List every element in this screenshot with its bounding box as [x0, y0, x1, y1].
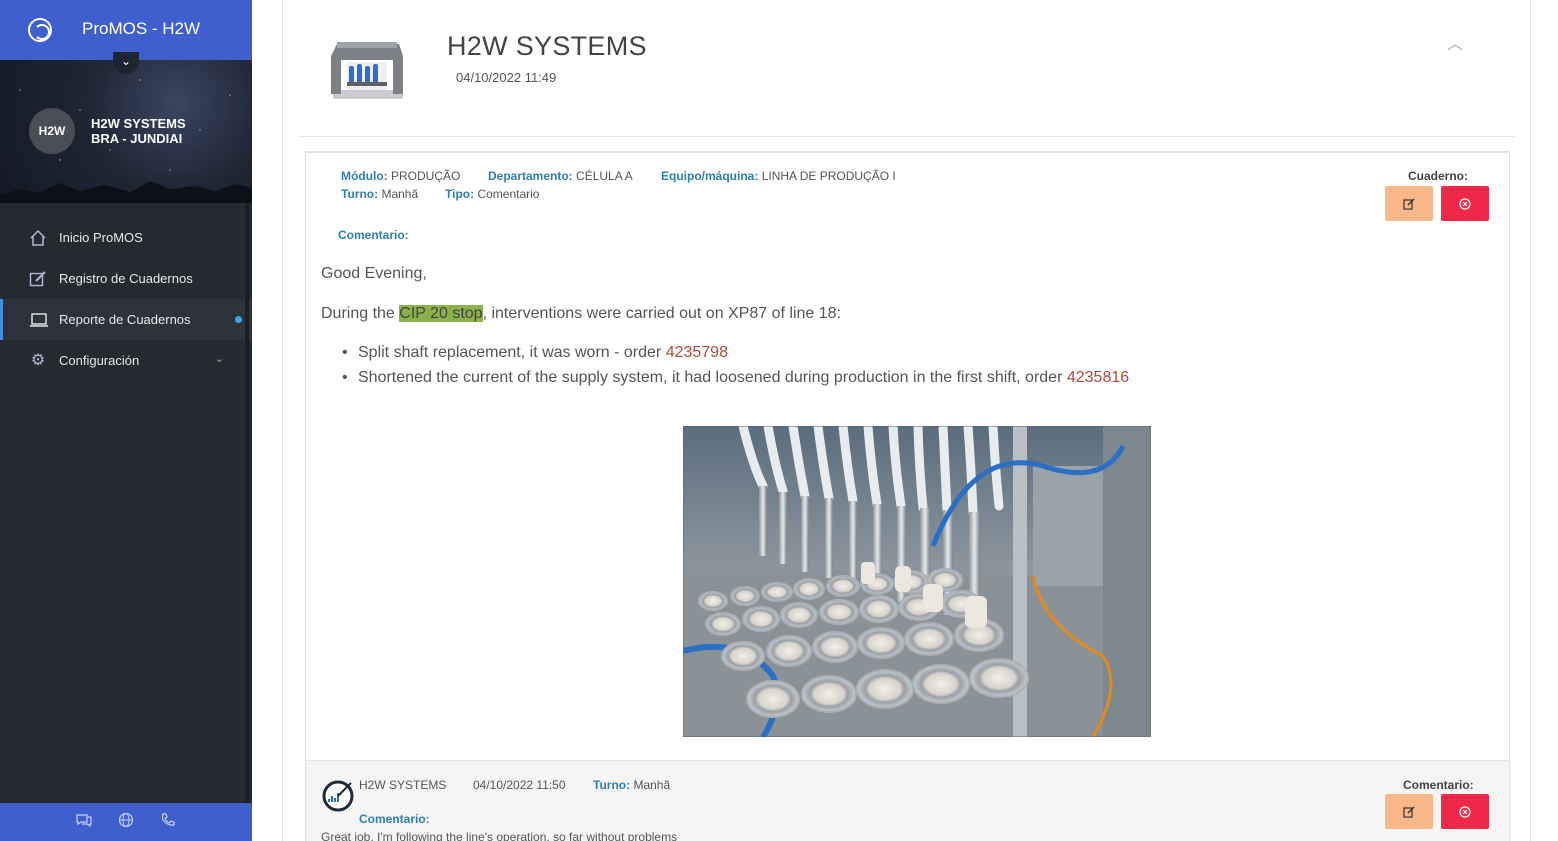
avatar[interactable]: H2W: [29, 108, 75, 154]
field-value: Manhã: [381, 187, 419, 201]
globe-icon[interactable]: [117, 812, 135, 832]
gears-icon: ⚙: [30, 352, 46, 369]
delete-entry-button[interactable]: [1441, 186, 1489, 221]
reply-timestamp: 04/10/2022 11:50: [473, 778, 566, 792]
list-item: Split shaft replacement, it was worn - o…: [342, 343, 1129, 368]
field-label: Departamento:: [488, 169, 573, 183]
sidebar-nav: Inicio ProMOS Registro de Cuadernos Repo…: [0, 217, 252, 381]
list-item-text: Shortened the current of the supply syst…: [358, 369, 1067, 386]
sidebar-item-configuracion[interactable]: ⚙ Configuración ⌄: [0, 340, 252, 381]
reply-section-label: Comentario:: [1403, 778, 1474, 792]
active-indicator-dot: [235, 316, 242, 323]
field-label: Turno:: [593, 778, 631, 792]
header-divider: [299, 136, 1515, 137]
edit-icon: [29, 270, 47, 288]
machine-photo[interactable]: [683, 426, 1151, 737]
close-circle-icon: [1459, 805, 1471, 818]
field-value: Manhã: [633, 778, 671, 792]
entry-card: Módulo: PRODUÇÃO Departamento: CÉLULA A …: [305, 151, 1510, 761]
field-departamento: Departamento: CÉLULA A: [488, 169, 633, 183]
field-label: Tipo:: [445, 187, 475, 201]
field-equipo: Equipo/máquina: LINHA DE PRODUÇÃO I: [661, 169, 896, 183]
company-line-1: H2W SYSTEMS: [91, 116, 186, 131]
field-value: LINHA DE PRODUÇÃO I: [761, 169, 896, 183]
list-item: Shortened the current of the supply syst…: [342, 368, 1129, 393]
app-logo-icon: [28, 18, 52, 42]
field-value: PRODUÇÃO: [391, 169, 461, 183]
sidebar: ProMOS - H2W ⌄ H2W H2W SYSTEMS BRA - JUN…: [0, 0, 252, 841]
entry-title: H2W SYSTEMS: [447, 31, 647, 61]
chevron-down-icon: ⌄: [214, 353, 224, 365]
delete-reply-button[interactable]: [1441, 794, 1489, 829]
app-title: ProMOS - H2W: [82, 19, 201, 38]
sidebar-item-label: Configuración: [59, 353, 140, 368]
paragraph-text: , interventions were carried out on XP87…: [482, 305, 842, 322]
chevron-up-icon[interactable]: ︿: [1447, 30, 1463, 54]
order-number: 4235816: [1066, 369, 1130, 386]
brand-bar[interactable]: ProMOS - H2W: [0, 0, 252, 60]
reply-turno: Turno: Manhã: [593, 778, 670, 792]
production-line-logo-icon: [331, 42, 403, 99]
field-tipo: Tipo: Comentario: [445, 187, 539, 201]
sidebar-scrollbar[interactable]: [245, 203, 249, 803]
mountains-silhouette: [0, 181, 252, 203]
intervention-list: Split shaft replacement, it was worn - o…: [342, 343, 1129, 393]
field-value: CÉLULA A: [576, 169, 633, 183]
field-turno: Turno: Manhã: [341, 187, 418, 201]
sidebar-footer: [0, 803, 252, 841]
sidebar-item-label: Registro de Cuadernos: [59, 271, 193, 286]
reply-comment: H2W SYSTEMS 04/10/2022 11:50 Turno: Manh…: [305, 761, 1510, 841]
app-root: ProMOS - H2W ⌄ H2W H2W SYSTEMS BRA - JUN…: [0, 0, 1558, 841]
gauge-avatar-icon: [322, 780, 354, 812]
sidebar-item-inicio[interactable]: Inicio ProMOS: [0, 217, 252, 258]
edit-icon: [1403, 805, 1415, 818]
sidebar-item-label: Reporte de Cuadernos: [59, 312, 191, 327]
field-value: Comentario: [477, 187, 540, 201]
reply-author: H2W SYSTEMS: [359, 778, 447, 792]
close-circle-icon: [1459, 197, 1471, 210]
comentario-label: Comentario:: [338, 228, 409, 242]
company-line-2: BRA - JUNDIAI: [91, 131, 183, 146]
comment-greeting: Good Evening,: [321, 265, 427, 282]
field-label: Equipo/máquina:: [661, 169, 759, 183]
sidebar-item-reporte[interactable]: Reporte de Cuadernos: [0, 299, 252, 340]
field-modulo: Módulo: PRODUÇÃO: [341, 169, 460, 183]
field-label: Módulo:: [341, 169, 388, 183]
field-label: Turno:: [341, 187, 379, 201]
cuaderno-label: Cuaderno:: [1408, 169, 1468, 183]
laptop-icon: [29, 311, 48, 329]
company-name: H2W SYSTEMS BRA - JUNDIAI: [91, 116, 186, 146]
order-number: 4235798: [665, 344, 728, 361]
phone-icon[interactable]: [159, 812, 177, 832]
main-panel: H2W SYSTEMS 04/10/2022 11:49 ︿ Módulo: P…: [282, 0, 1531, 841]
list-item-text: Split shaft replacement, it was worn - o…: [358, 344, 666, 361]
edit-entry-button[interactable]: [1385, 186, 1433, 221]
reply-text: Great job, I'm following the line's oper…: [321, 830, 678, 841]
sidebar-item-label: Inicio ProMOS: [59, 230, 143, 245]
entry-timestamp: 04/10/2022 11:49: [456, 70, 557, 85]
edit-reply-button[interactable]: [1385, 794, 1433, 829]
paragraph-text: During the: [321, 305, 400, 322]
highlighted-text: CIP 20 stop: [399, 305, 483, 322]
comment-paragraph: During the CIP 20 stop, interventions we…: [321, 305, 841, 323]
edit-icon: [1403, 197, 1415, 210]
reply-comentario-label: Comentario:: [359, 812, 430, 826]
sidebar-item-registro[interactable]: Registro de Cuadernos: [0, 258, 252, 299]
home-icon: [29, 229, 47, 247]
chat-icon[interactable]: [75, 812, 93, 832]
